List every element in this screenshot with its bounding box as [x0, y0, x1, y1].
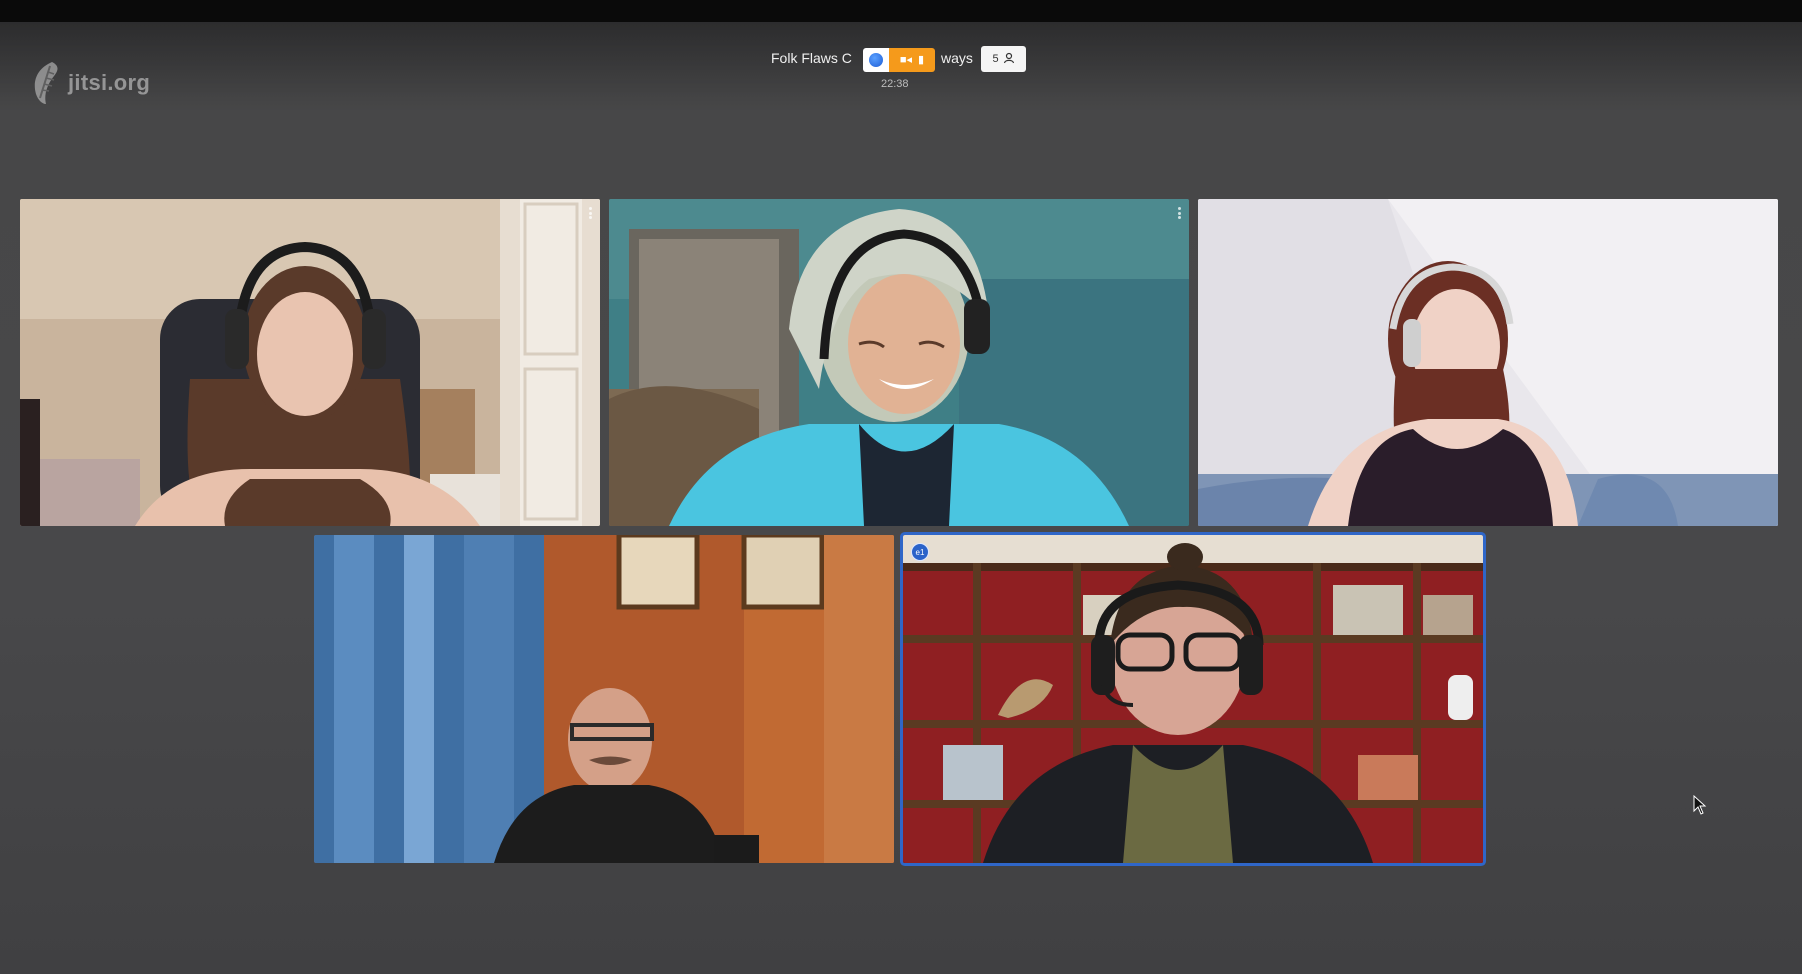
tile-menu-icon[interactable]: [1178, 207, 1181, 219]
participants-count-button[interactable]: 5: [981, 46, 1026, 72]
media-status-indicator[interactable]: ■◂ ▮: [889, 48, 935, 72]
camera-icon: ■◂: [899, 53, 913, 66]
tile-menu-icon[interactable]: [589, 207, 592, 219]
conference-title-left: Folk Flaws C: [771, 50, 852, 66]
conference-title-right: ways: [941, 50, 973, 66]
recording-dot-icon: [869, 53, 883, 67]
microphone-icon: ▮: [918, 53, 925, 66]
speaker-badge: e1: [911, 543, 929, 561]
conference-screen: jitsi.org Folk Flaws C ■◂ ▮ ways 22:38 5: [0, 0, 1802, 974]
participants-icon: [1003, 52, 1015, 67]
conference-timer: 22:38: [881, 78, 909, 90]
recording-indicator[interactable]: [863, 48, 889, 72]
participant-video-tile-2[interactable]: [609, 199, 1189, 526]
window-top-strip: [0, 0, 1802, 22]
jitsi-leaf-icon: [30, 60, 64, 106]
participant-video-tile-3[interactable]: [1198, 199, 1778, 526]
participant-video-tile-5[interactable]: e1: [903, 535, 1483, 863]
participant-count: 5: [992, 53, 999, 65]
mouse-cursor-icon: [1693, 794, 1707, 820]
logo-text: jitsi.org: [68, 70, 151, 95]
status-indicators: ■◂ ▮: [863, 48, 935, 72]
participant-video-tile-1[interactable]: [20, 199, 600, 526]
jitsi-logo[interactable]: jitsi.org: [30, 60, 150, 106]
participant-video-tile-4[interactable]: [314, 535, 894, 863]
